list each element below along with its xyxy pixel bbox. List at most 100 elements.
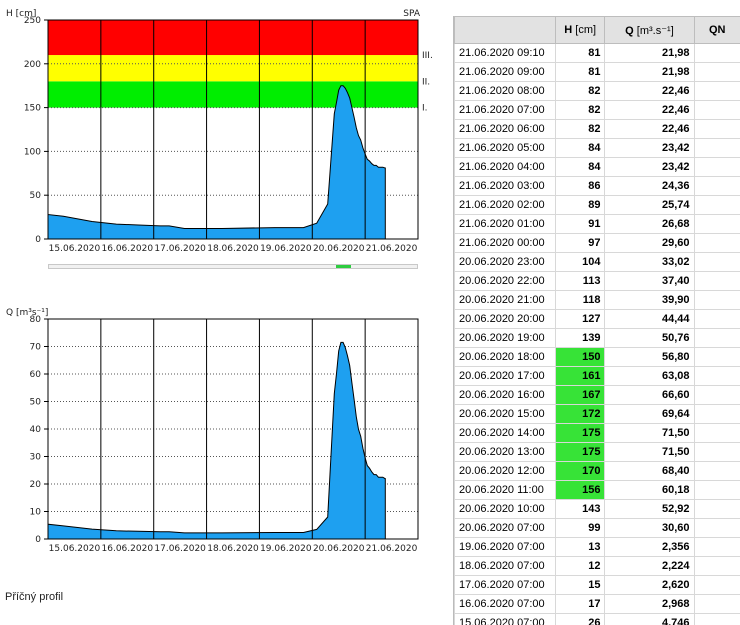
row-datetime: 20.06.2020 07:00 — [454, 518, 556, 538]
row-qn-value — [693, 366, 740, 386]
row-h-value: 82 — [554, 100, 606, 120]
row-h-value: 81 — [554, 43, 606, 63]
table-row[interactable]: 20.06.2020 11:00 156 60,18 — [454, 480, 740, 500]
row-q-value: 25,74 — [604, 195, 695, 215]
row-h-value: 139 — [554, 328, 606, 348]
table-row[interactable]: 21.06.2020 02:00 89 25,74 — [454, 195, 740, 215]
row-q-value: 23,42 — [604, 157, 695, 177]
y-tick-label: 40 — [30, 425, 42, 435]
table-row[interactable]: 20.06.2020 10:00 143 52,92 — [454, 499, 740, 519]
row-q-value: 52,92 — [604, 499, 695, 519]
table-row[interactable]: 20.06.2020 07:00 99 30,60 — [454, 518, 740, 538]
header-q[interactable]: Q [m³.s⁻¹] — [604, 16, 695, 44]
table-row[interactable]: 21.06.2020 01:00 91 26,68 — [454, 214, 740, 234]
row-h-value: 86 — [554, 176, 606, 196]
alert-band-1 — [48, 81, 418, 108]
row-q-value: 22,46 — [604, 81, 695, 101]
row-h-value: 13 — [554, 537, 606, 557]
row-q-value: 69,64 — [604, 404, 695, 424]
timeline-scrollbar[interactable] — [48, 264, 418, 269]
table-row[interactable]: 21.06.2020 05:00 84 23,42 — [454, 138, 740, 158]
row-q-value: 2,356 — [604, 537, 695, 557]
timeline-scroll-thumb[interactable] — [336, 265, 351, 268]
table-row[interactable]: 21.06.2020 09:00 81 21,98 — [454, 62, 740, 82]
header-h[interactable]: H [cm] — [554, 16, 606, 44]
table-row[interactable]: 15.06.2020 07:00 26 4,746 — [454, 613, 740, 625]
table-row[interactable]: 20.06.2020 13:00 175 71,50 — [454, 442, 740, 462]
row-datetime: 18.06.2020 07:00 — [454, 556, 556, 576]
row-q-value: 71,50 — [604, 442, 695, 462]
row-q-value: 24,36 — [604, 176, 695, 196]
table-row[interactable]: 20.06.2020 19:00 139 50,76 — [454, 328, 740, 348]
table-row[interactable]: 20.06.2020 22:00 113 37,40 — [454, 271, 740, 291]
row-q-value: 56,80 — [604, 347, 695, 367]
table-row[interactable]: 18.06.2020 07:00 12 2,224 — [454, 556, 740, 576]
table-row[interactable]: 21.06.2020 08:00 82 22,46 — [454, 81, 740, 101]
row-h-value: 104 — [554, 252, 606, 272]
cross-profile-link[interactable]: Příčný profil — [5, 591, 63, 603]
x-tick-label: 17.06.2020 — [154, 244, 206, 254]
row-q-value: 26,68 — [604, 214, 695, 234]
table-row[interactable]: 20.06.2020 21:00 118 39,90 — [454, 290, 740, 310]
row-qn-value — [693, 347, 740, 367]
table-row[interactable]: 21.06.2020 07:00 82 22,46 — [454, 100, 740, 120]
row-q-value: 63,08 — [604, 366, 695, 386]
discharge-chart: 0 10 20 30 40 50 60 70 80 15.06.2020 16.06.2020 17.… — [0, 296, 450, 561]
table-row[interactable]: 21.06.2020 06:00 82 22,46 — [454, 119, 740, 139]
row-datetime: 15.06.2020 07:00 — [454, 613, 556, 625]
table-row[interactable]: 21.06.2020 03:00 86 24,36 — [454, 176, 740, 196]
row-h-value: 172 — [554, 404, 606, 424]
measurements-table: H [cm] Q [m³.s⁻¹] QN 21.06.2020 09:10 81 2… — [454, 16, 740, 625]
table-row[interactable]: 20.06.2020 12:00 170 68,40 — [454, 461, 740, 481]
table-row[interactable]: 20.06.2020 15:00 172 69,64 — [454, 404, 740, 424]
table-row[interactable]: 20.06.2020 18:00 150 56,80 — [454, 347, 740, 367]
row-h-value: 15 — [554, 575, 606, 595]
row-h-value: 26 — [554, 613, 606, 625]
row-datetime: 20.06.2020 21:00 — [454, 290, 556, 310]
table-row[interactable]: 20.06.2020 14:00 175 71,50 — [454, 423, 740, 443]
row-datetime: 20.06.2020 14:00 — [454, 423, 556, 443]
discharge-chart-svg: 0102030405060708015.06.2020 16.06.2020 17.… — [6, 308, 419, 554]
row-q-value: 2,620 — [604, 575, 695, 595]
header-qn[interactable]: QN — [693, 16, 740, 44]
table-row[interactable]: 21.06.2020 09:10 81 21,98 — [454, 43, 740, 63]
y-tick-label: 0 — [35, 535, 41, 545]
row-qn-value — [693, 138, 740, 158]
header-datetime[interactable] — [454, 16, 556, 44]
y-tick-label: 100 — [24, 147, 41, 157]
x-tick-label: 20.06.2020 — [313, 244, 365, 254]
row-qn-value — [693, 81, 740, 101]
row-h-value: 175 — [554, 442, 606, 462]
y-tick-label: 150 — [24, 104, 41, 114]
row-q-value: 2,968 — [604, 594, 695, 614]
table-row[interactable]: 16.06.2020 07:00 17 2,968 — [454, 594, 740, 614]
row-qn-value — [693, 252, 740, 272]
row-datetime: 20.06.2020 17:00 — [454, 366, 556, 386]
table-row[interactable]: 17.06.2020 07:00 15 2,620 — [454, 575, 740, 595]
row-h-value: 12 — [554, 556, 606, 576]
table-row[interactable]: 21.06.2020 00:00 97 29,60 — [454, 233, 740, 253]
row-qn-value — [693, 176, 740, 196]
row-qn-value — [693, 613, 740, 625]
table-row[interactable]: 20.06.2020 20:00 127 44,44 — [454, 309, 740, 329]
row-q-value: 68,40 — [604, 461, 695, 481]
row-qn-value — [693, 499, 740, 519]
table-row[interactable]: 21.06.2020 04:00 84 23,42 — [454, 157, 740, 177]
table-row[interactable]: 20.06.2020 16:00 167 66,60 — [454, 385, 740, 405]
row-datetime: 20.06.2020 18:00 — [454, 347, 556, 367]
row-h-value: 143 — [554, 499, 606, 519]
row-h-value: 89 — [554, 195, 606, 215]
row-q-value: 60,18 — [604, 480, 695, 500]
table-row[interactable]: 20.06.2020 17:00 161 63,08 — [454, 366, 740, 386]
row-datetime: 16.06.2020 07:00 — [454, 594, 556, 614]
row-datetime: 21.06.2020 09:10 — [454, 43, 556, 63]
table-row[interactable]: 20.06.2020 23:00 104 33,02 — [454, 252, 740, 272]
row-h-value: 156 — [554, 480, 606, 500]
row-h-value: 170 — [554, 461, 606, 481]
row-datetime: 20.06.2020 20:00 — [454, 309, 556, 329]
table-row[interactable]: 19.06.2020 07:00 13 2,356 — [454, 537, 740, 557]
y-tick-label: 70 — [30, 343, 42, 353]
row-q-value: 39,90 — [604, 290, 695, 310]
row-h-value: 97 — [554, 233, 606, 253]
row-datetime: 20.06.2020 12:00 — [454, 461, 556, 481]
